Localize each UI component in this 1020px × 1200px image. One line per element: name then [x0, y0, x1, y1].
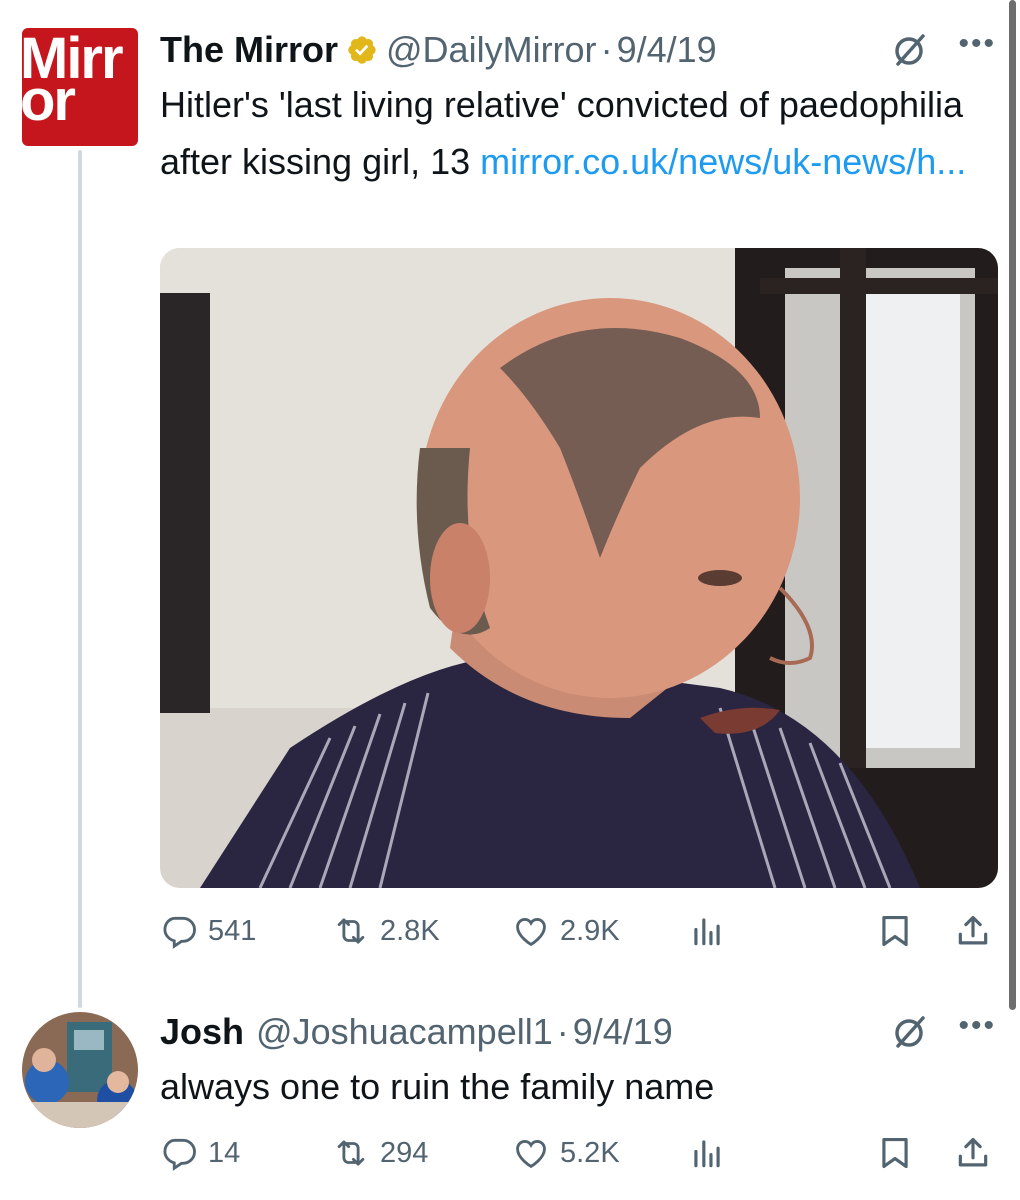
separator-dot: ·: [556, 1011, 569, 1052]
views-icon: [694, 1140, 720, 1168]
share-button[interactable]: [954, 1134, 992, 1172]
views-button[interactable]: [688, 1134, 726, 1172]
grok-icon[interactable]: [890, 1012, 930, 1052]
tweet-date[interactable]: 9/4/19: [617, 29, 717, 71]
repost-icon: [337, 918, 365, 944]
author-name[interactable]: Josh: [160, 1011, 244, 1053]
josh-avatar[interactable]: [22, 1012, 138, 1128]
mirror-avatar[interactable]: Mirr or: [22, 28, 138, 146]
views-icon: [694, 918, 720, 946]
tweet-text: always one to ruin the family name: [160, 1066, 715, 1107]
photo-illustration: [160, 248, 998, 888]
grok-icon[interactable]: [890, 30, 930, 70]
share-button[interactable]: [954, 912, 992, 950]
thread-connector-line: [78, 150, 82, 1008]
bookmark-button[interactable]: [876, 1134, 914, 1172]
tweet-actions: 541 2.8K 2.9K: [160, 906, 992, 956]
header-actions: •••: [890, 1010, 996, 1054]
heart-icon: [516, 918, 546, 947]
tweet-link[interactable]: mirror.co.uk/news/uk-news/h...: [480, 141, 966, 182]
mirror-logo: Mirr or: [22, 28, 124, 133]
verified-badge-icon: [348, 36, 376, 64]
repost-count: 294: [380, 1136, 429, 1169]
repost-button[interactable]: 2.8K: [332, 912, 440, 950]
more-icon[interactable]: •••: [958, 29, 996, 59]
reply-button[interactable]: 14: [160, 1134, 240, 1172]
like-count: 2.9K: [560, 914, 620, 947]
like-button[interactable]: 2.9K: [512, 912, 620, 950]
scrollbar[interactable]: [1009, 0, 1016, 1010]
tweet-text: Hitler's 'last living relative' convicte…: [160, 84, 967, 182]
repost-button[interactable]: 294: [332, 1134, 428, 1172]
more-icon[interactable]: •••: [958, 1011, 996, 1041]
tweet-mirror[interactable]: The Mirror @DailyMirror · 9/4/19 ••• Hit…: [160, 28, 996, 190]
views-button[interactable]: [688, 912, 726, 950]
tweet-date[interactable]: 9/4/19: [573, 1011, 673, 1053]
tweet-actions: 14 294 5.2K: [160, 1128, 992, 1178]
reply-button[interactable]: 541: [160, 912, 256, 950]
tweet-media-photo[interactable]: [160, 248, 998, 888]
heart-icon: [516, 1140, 546, 1169]
reply-icon: [163, 916, 196, 949]
tweet-header: The Mirror @DailyMirror · 9/4/19 •••: [160, 28, 996, 72]
share-icon: [958, 915, 988, 945]
author-handle[interactable]: @Joshuacampell1: [256, 1011, 553, 1053]
bookmark-icon: [882, 1137, 908, 1169]
like-button[interactable]: 5.2K: [512, 1134, 620, 1172]
share-icon: [958, 1137, 988, 1167]
repost-icon: [337, 1140, 365, 1166]
repost-count: 2.8K: [380, 914, 440, 947]
tweet-header: Josh @Joshuacampell1 · 9/4/19 •••: [160, 1010, 996, 1054]
bookmark-button[interactable]: [876, 912, 914, 950]
separator-dot: ·: [600, 29, 613, 70]
reply-count: 541: [208, 914, 257, 947]
like-count: 5.2K: [560, 1136, 620, 1169]
tweet-josh-reply[interactable]: Josh @Joshuacampell1 · 9/4/19 ••• always…: [160, 1010, 996, 1115]
reply-icon: [163, 1138, 196, 1171]
avatar-photo: [22, 1012, 138, 1128]
bookmark-icon: [882, 915, 908, 947]
reply-count: 14: [208, 1136, 241, 1169]
author-name[interactable]: The Mirror: [160, 29, 338, 71]
header-actions: •••: [890, 28, 996, 72]
author-handle[interactable]: @DailyMirror: [386, 29, 597, 71]
